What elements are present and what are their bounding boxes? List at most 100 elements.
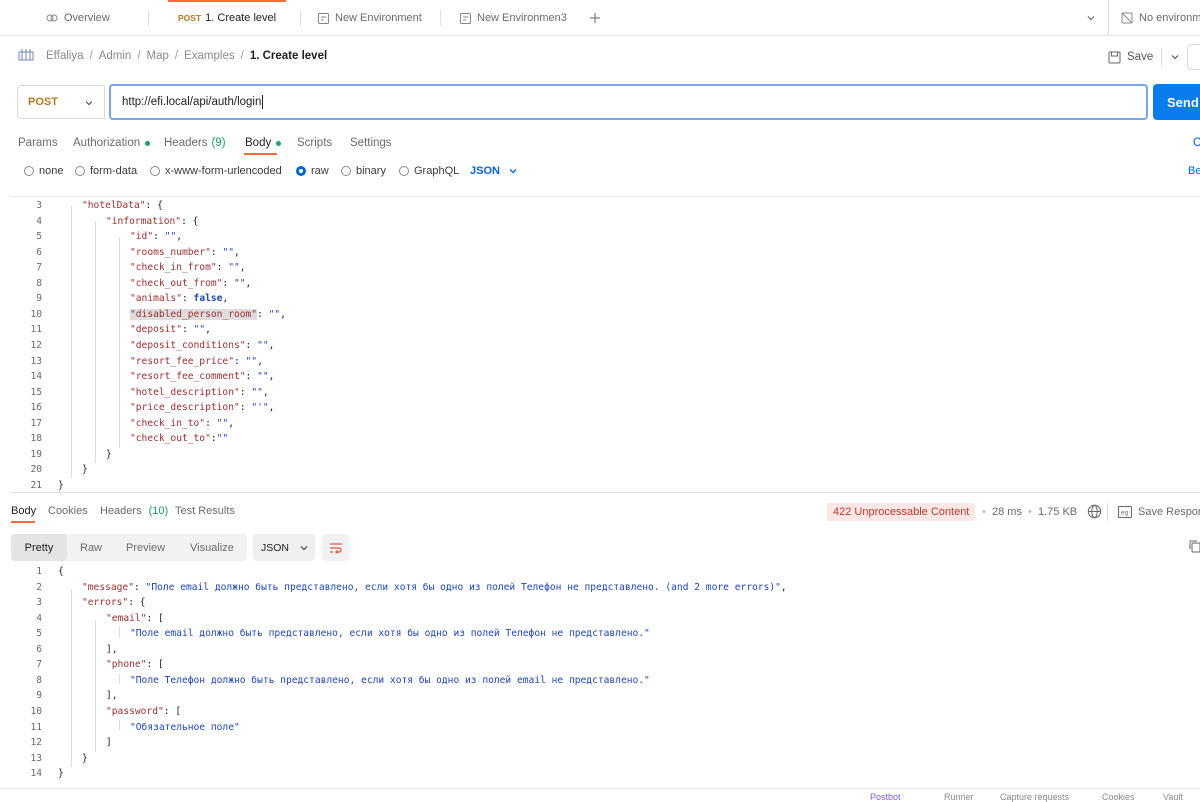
line-number: 15 [30, 386, 42, 398]
code-line: } [58, 768, 64, 780]
save-options-chevron-icon[interactable] [1170, 52, 1180, 62]
line-number: 13 [30, 355, 42, 367]
code-line: } [82, 752, 88, 764]
line-number: 9 [36, 293, 42, 305]
code-line: } [58, 479, 64, 491]
tab-overview[interactable]: Overview [46, 0, 110, 36]
tabs-overflow-chevron-icon[interactable] [1086, 0, 1096, 36]
active-tab-indicator [11, 521, 35, 523]
tab-label: New Environmen3 [477, 12, 567, 24]
collection-icon [18, 48, 34, 62]
request-body-editor[interactable]: 3 "hotelData": {4 "information": {5 "id": "… [10, 196, 1200, 493]
copy-icon[interactable] [1189, 540, 1200, 553]
tab-settings[interactable]: Settings [350, 132, 392, 154]
tab-headers[interactable]: Headers (9) [164, 132, 226, 154]
view-preview-button[interactable]: Preview [126, 534, 165, 561]
send-button[interactable]: Send [1153, 84, 1200, 120]
view-raw-button[interactable]: Raw [80, 534, 102, 561]
line-number: 12 [30, 339, 42, 351]
no-environment-icon [1121, 12, 1133, 24]
indent-guide [95, 221, 96, 463]
radio-icon [341, 166, 351, 176]
globe-icon[interactable] [1087, 504, 1102, 519]
beautify-link[interactable]: Be [1188, 163, 1200, 179]
runner-link[interactable]: Runner [944, 792, 974, 802]
environment-selector[interactable]: No environment [1121, 0, 1200, 36]
vault-link[interactable]: Vault [1163, 792, 1183, 802]
view-visualize-button[interactable]: Visualize [190, 534, 234, 561]
url-input[interactable]: http://efi.local/api/auth/login [109, 84, 1148, 120]
breadcrumb-item[interactable]: Map [147, 50, 169, 62]
tab-params[interactable]: Params [18, 132, 58, 154]
method-select[interactable]: POST [17, 85, 105, 119]
line-number: 5 [36, 231, 42, 243]
url-text: http://efi.local/api/auth/login [122, 96, 262, 108]
indent-guide [119, 237, 120, 448]
active-tab-indicator [244, 153, 277, 155]
indent-guide [119, 720, 120, 730]
new-tab-plus-icon[interactable] [589, 0, 601, 36]
body-type-form-data[interactable]: form-data [75, 163, 137, 179]
body-type-none[interactable]: none [24, 163, 63, 179]
code-line: "deposit_conditions": "", [130, 339, 275, 351]
breadcrumb-current[interactable]: 1. Create level [250, 50, 327, 62]
radio-icon [150, 166, 160, 176]
share-button[interactable] [1187, 44, 1200, 70]
code-line: "Обязательное поле" [130, 721, 240, 733]
body-type-binary[interactable]: binary [341, 163, 386, 179]
tab-label: Overview [64, 12, 110, 24]
code-line: ], [106, 643, 118, 655]
line-number: 1 [36, 566, 42, 577]
indent-guide [95, 620, 96, 752]
save-icon [1108, 51, 1121, 64]
response-body-viewer[interactable]: 1 {2 "message": "Поле email должно быть пр… [10, 565, 1200, 785]
tab-scripts[interactable]: Scripts [297, 132, 332, 154]
body-format-select[interactable]: JSON [470, 163, 518, 179]
indent-guide [71, 589, 72, 767]
environment-icon [460, 12, 471, 24]
line-number: 18 [30, 433, 42, 445]
tab-body[interactable]: Body [245, 132, 282, 154]
tab-new-environment[interactable]: New Environment [318, 0, 422, 36]
tab-create-level[interactable]: POST 1. Create level [168, 0, 286, 36]
response-tab-cookies[interactable]: Cookies [48, 505, 88, 517]
chevron-down-icon [508, 166, 518, 176]
body-type-graphql[interactable]: GraphQL [399, 163, 459, 179]
code-line: "resort_fee_price": "", [130, 355, 263, 367]
tab-authorization[interactable]: Authorization [73, 132, 151, 154]
breadcrumb-item[interactable]: Effaliya [46, 50, 84, 62]
capture-requests-link[interactable]: Capture requests [1000, 792, 1069, 802]
tab-new-environmen3[interactable]: New Environmen3 [460, 0, 567, 36]
code-line: ] [106, 737, 112, 749]
code-line: "phone": [ [106, 659, 164, 671]
code-line: "hotel_description": "", [130, 386, 269, 398]
response-format-select[interactable]: JSON [253, 534, 315, 561]
active-dot-icon [145, 140, 151, 146]
line-number: 13 [30, 752, 42, 764]
body-type-raw[interactable]: raw [296, 163, 329, 179]
response-tab-test-results[interactable]: Test Results [175, 505, 235, 517]
save-control: Save [1108, 44, 1180, 70]
postbot-link[interactable]: Postbot [870, 792, 901, 802]
line-number: 5 [36, 628, 42, 640]
cookies-link[interactable]: C [1193, 132, 1200, 154]
breadcrumb-item[interactable]: Admin [99, 50, 132, 62]
save-button[interactable]: Save [1127, 51, 1153, 63]
view-pretty-button[interactable]: Pretty [11, 534, 67, 561]
response-tab-headers[interactable]: Headers (10) [100, 505, 168, 517]
wrap-lines-icon[interactable] [322, 534, 349, 561]
environment-label: No environment [1139, 12, 1200, 24]
breadcrumb-item[interactable]: Examples [184, 50, 235, 62]
status-badge[interactable]: 422 Unprocessable Content [827, 503, 976, 521]
code-line: { [58, 566, 64, 577]
method-label: POST [28, 96, 58, 108]
response-tab-body[interactable]: Body [11, 505, 36, 517]
cookies-link[interactable]: Cookies [1102, 792, 1135, 802]
body-type-urlencoded[interactable]: x-www-form-urlencoded [150, 163, 282, 179]
save-response-button[interactable]: Save Respon [1138, 506, 1200, 518]
response-size[interactable]: 1.75 KB [1038, 506, 1077, 518]
response-time[interactable]: 28 ms [992, 506, 1022, 518]
line-number: 7 [36, 659, 42, 671]
radio-icon [24, 166, 34, 176]
code-line: "Поле Телефон должно быть представлено, … [130, 674, 650, 686]
